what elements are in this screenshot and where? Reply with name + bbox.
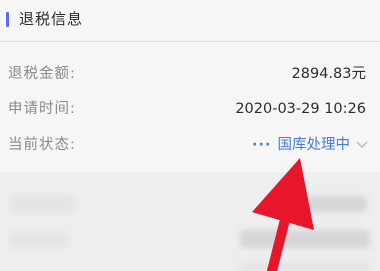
- red-arrow-annotation: [252, 158, 314, 271]
